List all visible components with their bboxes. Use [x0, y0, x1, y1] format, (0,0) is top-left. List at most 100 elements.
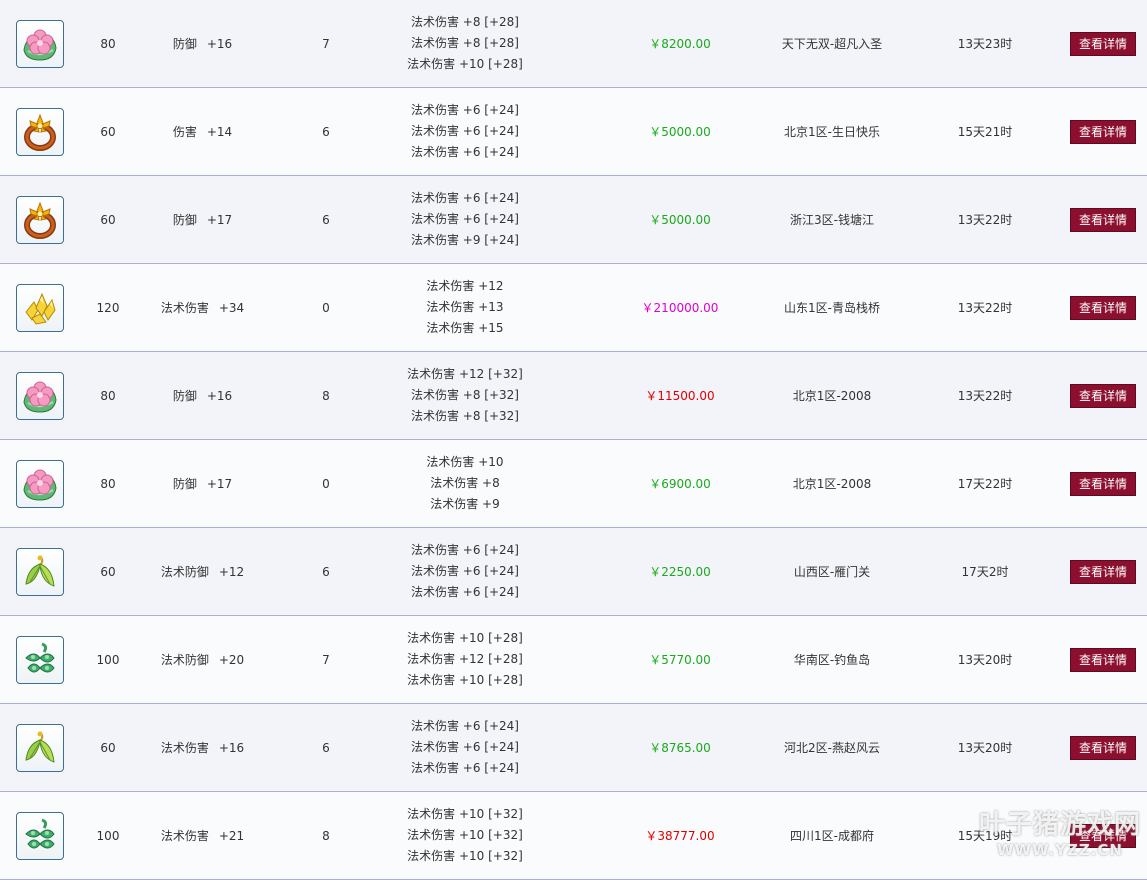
attribute-value: +17 [206, 212, 233, 227]
item-level: 80 [100, 388, 116, 403]
bonus-stats: 法术伤害 +6 [+24] 法术伤害 +6 [+24] 法术伤害 +6 [+24] [370, 88, 560, 175]
item-icon-cell [14, 528, 66, 615]
attribute-value: +16 [218, 740, 245, 755]
detail-button-cell: 查看详情 [1070, 176, 1136, 263]
jade-leaf-cluster-icon[interactable] [16, 635, 64, 684]
stat-line: 法术伤害 +12 [+32] [407, 367, 523, 381]
view-details-button[interactable]: 查看详情 [1070, 647, 1136, 672]
item-icon-cell [14, 616, 66, 703]
attribute-value: +14 [206, 124, 233, 139]
price: ￥5000.00 [649, 213, 711, 227]
green-leaf-pendant-icon[interactable] [16, 723, 64, 772]
gold-crystal-icon[interactable] [16, 283, 64, 332]
price-cell: ￥8765.00 [620, 704, 740, 791]
main-attribute: 伤害 +14 [140, 88, 265, 175]
attribute-value: +12 [218, 564, 245, 579]
price: ￥5770.00 [649, 653, 711, 667]
view-details-button[interactable]: 查看详情 [1070, 295, 1136, 320]
detail-button-cell: 查看详情 [1070, 0, 1136, 87]
attribute-value: +17 [206, 476, 233, 491]
pink-flower-jade-icon[interactable] [16, 371, 64, 420]
view-details-button[interactable]: 查看详情 [1070, 735, 1136, 760]
item-level: 80 [100, 476, 116, 491]
attribute-name: 法术防御 [160, 565, 209, 579]
stat-line: 法术伤害 +8 [+32] [410, 409, 519, 423]
green-leaf-pendant-icon[interactable] [16, 547, 64, 596]
stat-line: 法术伤害 +8 [+28] [410, 15, 519, 29]
table-row: 100 法术伤害 +21 8 法术伤害 +10 [+32] 法术伤害 +10 [+32] 法… [0, 792, 1147, 880]
stat-line: 法术伤害 +6 [+24] [410, 191, 519, 205]
item-level: 100 [96, 652, 120, 667]
view-details-button[interactable]: 查看详情 [1070, 383, 1136, 408]
hole-count: 0 [322, 300, 330, 315]
table-row: 80 防御 +17 0 法术伤害 +10 法术伤害 +8 法术伤害 +9 ￥6900.00 北京… [0, 440, 1147, 528]
item-icon-cell [14, 352, 66, 439]
stat-line: 法术伤害 +13 [426, 300, 504, 314]
hole-count: 6 [322, 124, 330, 139]
view-details-button[interactable]: 查看详情 [1070, 207, 1136, 232]
item-icon-cell [14, 440, 66, 527]
stat-line: 法术伤害 +6 [+24] [410, 719, 519, 733]
watermark-main-text: 叶子猪游戏网 [978, 809, 1141, 840]
server-name: 华南区-钓鱼岛 [793, 653, 871, 667]
price: ￥8200.00 [649, 37, 711, 51]
attribute-name: 防御 [172, 389, 197, 403]
main-attribute: 法术防御 +20 [140, 616, 265, 703]
price: ￥38777.00 [645, 829, 715, 843]
gold-flower-ring-icon[interactable] [16, 107, 64, 156]
attribute-name: 防御 [172, 213, 197, 227]
price-cell: ￥5770.00 [620, 616, 740, 703]
server-name: 浙江3区-钱塘江 [790, 213, 874, 227]
stat-line: 法术伤害 +6 [+24] [410, 564, 519, 578]
table-row: 80 防御 +16 7 法术伤害 +8 [+28] 法术伤害 +8 [+28] 法术伤害 +… [0, 0, 1147, 88]
stat-line: 法术伤害 +6 [+24] [410, 145, 519, 159]
stat-line: 法术伤害 +10 [+32] [407, 807, 523, 821]
main-attribute: 法术伤害 +16 [140, 704, 265, 791]
item-icon-cell [14, 704, 66, 791]
stat-line: 法术伤害 +10 [+28] [407, 631, 523, 645]
stat-line: 法术伤害 +10 [426, 455, 504, 469]
stat-line: 法术伤害 +8 [430, 476, 500, 490]
view-details-button[interactable]: 查看详情 [1070, 559, 1136, 584]
attribute-value: +34 [218, 300, 245, 315]
view-details-button[interactable]: 查看详情 [1070, 119, 1136, 144]
hole-count: 8 [322, 388, 330, 403]
time-remaining: 13天23时 [957, 37, 1013, 51]
table-row: 60 法术伤害 +16 6 法术伤害 +6 [+24] 法术伤害 +6 [+24] 法术伤害… [0, 704, 1147, 792]
stat-line: 法术伤害 +6 [+24] [410, 124, 519, 138]
stat-line: 法术伤害 +6 [+24] [410, 103, 519, 117]
time-remaining: 17天22时 [957, 477, 1013, 491]
price: ￥8765.00 [649, 741, 711, 755]
main-attribute: 防御 +16 [140, 352, 265, 439]
stat-line: 法术伤害 +6 [+24] [410, 212, 519, 226]
price: ￥2250.00 [649, 565, 711, 579]
table-row: 60 法术防御 +12 6 法术伤害 +6 [+24] 法术伤害 +6 [+24] 法术伤害… [0, 528, 1147, 616]
pink-flower-jade-icon[interactable] [16, 19, 64, 68]
hole-count: 6 [322, 740, 330, 755]
server-name: 河北2区-燕赵风云 [784, 741, 880, 755]
price-cell: ￥210000.00 [620, 264, 740, 351]
attribute-value: +16 [206, 36, 233, 51]
jade-leaf-cluster-icon[interactable] [16, 811, 64, 860]
stat-line: 法术伤害 +8 [+32] [410, 388, 519, 402]
view-details-button[interactable]: 查看详情 [1070, 31, 1136, 56]
listing-table: 80 防御 +16 7 法术伤害 +8 [+28] 法术伤害 +8 [+28] 法术伤害 +… [0, 0, 1147, 880]
hole-count: 7 [322, 36, 330, 51]
stat-line: 法术伤害 +6 [+24] [410, 761, 519, 775]
view-details-button[interactable]: 查看详情 [1070, 471, 1136, 496]
pink-flower-jade-icon[interactable] [16, 459, 64, 508]
item-level: 60 [100, 740, 116, 755]
price-cell: ￥11500.00 [620, 352, 740, 439]
main-attribute: 法术伤害 +34 [140, 264, 265, 351]
gold-flower-ring-icon[interactable] [16, 195, 64, 244]
attribute-value: +16 [206, 388, 233, 403]
server-name: 天下无双-超凡入圣 [781, 37, 883, 51]
item-level: 60 [100, 564, 116, 579]
stat-line: 法术伤害 +10 [+32] [407, 849, 523, 863]
price: ￥5000.00 [649, 125, 711, 139]
detail-button-cell: 查看详情 [1070, 616, 1136, 703]
bonus-stats: 法术伤害 +6 [+24] 法术伤害 +6 [+24] 法术伤害 +6 [+24] [370, 704, 560, 791]
price-cell: ￥2250.00 [620, 528, 740, 615]
stat-line: 法术伤害 +10 [+32] [407, 828, 523, 842]
attribute-name: 法术伤害 [160, 829, 209, 843]
